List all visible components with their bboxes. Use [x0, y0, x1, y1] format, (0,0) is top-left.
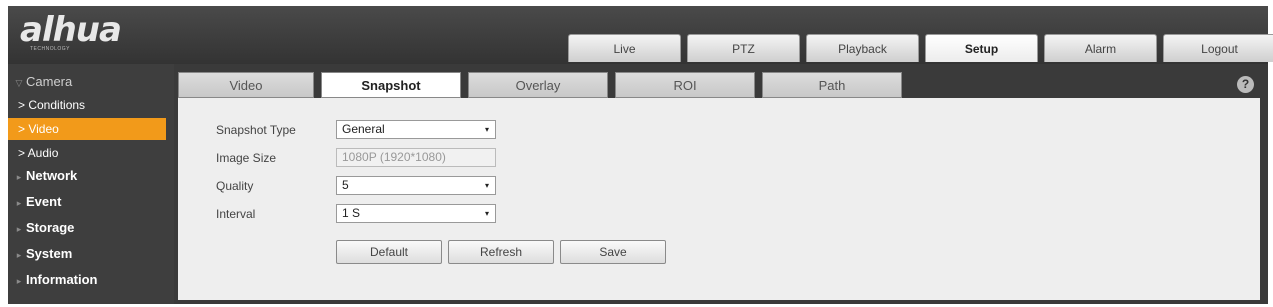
tab-roi[interactable]: ROI: [615, 72, 755, 98]
bullet-icon: ▸: [16, 224, 22, 234]
sidebar-item-system[interactable]: ▸ System: [8, 242, 174, 266]
nav-tab-alarm[interactable]: Alarm: [1044, 34, 1157, 62]
brand-logo: alhua TECHNOLOGY: [18, 10, 158, 56]
nav-tab-live[interactable]: Live: [568, 34, 681, 62]
bullet-icon: ▸: [16, 250, 22, 260]
sidebar-item-label: Storage: [26, 220, 75, 235]
bullet-icon: ▸: [16, 276, 22, 286]
logo-text: alhua: [20, 10, 122, 50]
dropdown-icon: ▾: [484, 209, 489, 218]
snapshot-type-value: General: [342, 122, 385, 136]
header: alhua TECHNOLOGY Live PTZ Playback Setup…: [8, 6, 1273, 64]
collapse-icon: ▽: [15, 78, 23, 88]
nav-tab-ptz[interactable]: PTZ: [687, 34, 800, 62]
nav-tab-setup[interactable]: Setup: [925, 34, 1038, 62]
interval-value: 1 S: [342, 206, 361, 220]
help-icon[interactable]: ?: [1237, 76, 1254, 93]
sidebar-item-event[interactable]: ▸ Event: [8, 190, 174, 214]
dropdown-icon: ▾: [484, 125, 489, 134]
sidebar-subitem-audio[interactable]: > Audio: [8, 142, 174, 164]
quality-select[interactable]: 5 ▾: [336, 176, 496, 195]
interval-select[interactable]: 1 S ▾: [336, 204, 496, 223]
logo-subtitle: TECHNOLOGY: [30, 46, 71, 52]
sidebar-item-label: Camera: [26, 74, 73, 89]
sidebar-item-network[interactable]: ▸ Network: [8, 164, 174, 188]
tab-video[interactable]: Video: [178, 72, 314, 98]
snapshot-type-label: Snapshot Type: [216, 123, 296, 137]
quality-label: Quality: [216, 179, 254, 193]
nav-tab-logout[interactable]: Logout: [1163, 34, 1273, 62]
tab-path[interactable]: Path: [762, 72, 902, 98]
nav-tab-playback[interactable]: Playback: [806, 34, 919, 62]
bullet-icon: ▸: [16, 172, 22, 182]
tab-snapshot[interactable]: Snapshot: [321, 72, 461, 98]
sidebar-item-label: System: [26, 246, 73, 261]
sidebar-item-label: Network: [26, 168, 78, 183]
refresh-button[interactable]: Refresh: [448, 240, 554, 264]
tab-overlay[interactable]: Overlay: [468, 72, 608, 98]
content-panel: Video Snapshot Overlay ROI Path ? Snapsh…: [178, 72, 1260, 300]
sidebar-item-storage[interactable]: ▸ Storage: [8, 216, 174, 240]
sidebar-item-information[interactable]: ▸ Information: [8, 268, 174, 292]
dropdown-icon: ▾: [484, 181, 489, 190]
sidebar-subitem-video[interactable]: > Video: [8, 118, 166, 140]
default-button[interactable]: Default: [336, 240, 442, 264]
sidebar-item-label: Event: [26, 194, 62, 209]
sub-tab-bar: Video Snapshot Overlay ROI Path ?: [178, 72, 1260, 98]
snapshot-type-select[interactable]: General ▾: [336, 120, 496, 139]
sidebar-subitem-conditions[interactable]: > Conditions: [8, 94, 174, 116]
sidebar-item-camera[interactable]: ▽ Camera: [8, 70, 174, 94]
quality-value: 5: [342, 178, 349, 192]
save-button[interactable]: Save: [560, 240, 666, 264]
main-nav: Live PTZ Playback Setup Alarm Logout: [568, 34, 1273, 64]
sidebar-item-label: Information: [26, 272, 98, 287]
image-size-label: Image Size: [216, 151, 277, 165]
interval-label: Interval: [216, 207, 256, 221]
sidebar: ▽ Camera > Conditions > Video > Audio ▸ Ne…: [8, 64, 174, 304]
bullet-icon: ▸: [16, 198, 22, 208]
image-size-field: 1080P (1920*1080): [336, 148, 496, 167]
app-frame: alhua TECHNOLOGY Live PTZ Playback Setup…: [8, 6, 1273, 304]
